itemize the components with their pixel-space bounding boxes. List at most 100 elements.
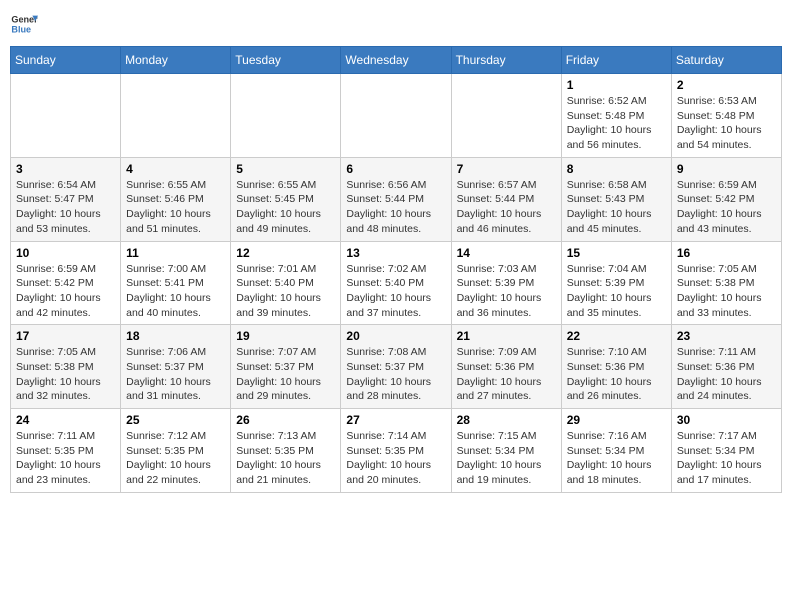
- calendar-cell: 12 Sunrise: 7:01 AM Sunset: 5:40 PM Dayli…: [231, 241, 341, 325]
- calendar-cell: [341, 74, 451, 158]
- calendar-cell: 4Sunrise: 6:55 AM Sunset: 5:46 PM Daylig…: [121, 157, 231, 241]
- day-info: Sunrise: 6:55 AM Sunset: 5:46 PM Dayligh…: [126, 178, 225, 237]
- day-info: Sunrise: 6:54 AM Sunset: 5:47 PM Dayligh…: [16, 178, 115, 237]
- calendar-week-row: 10 Sunrise: 6:59 AM Sunset: 5:42 PM Dayli…: [11, 241, 782, 325]
- day-number: 26: [236, 413, 335, 427]
- day-header-wednesday: Wednesday: [341, 47, 451, 74]
- day-header-sunday: Sunday: [11, 47, 121, 74]
- calendar-cell: 23 Sunrise: 7:11 AM Sunset: 5:36 PM Dayli…: [671, 325, 781, 409]
- day-number: 6: [346, 162, 445, 176]
- day-number: 30: [677, 413, 776, 427]
- calendar-cell: 16 Sunrise: 7:05 AM Sunset: 5:38 PM Dayli…: [671, 241, 781, 325]
- day-number: 23: [677, 329, 776, 343]
- calendar-cell: 2 Sunrise: 6:53 AM Sunset: 5:48 PM Daylig…: [671, 74, 781, 158]
- day-header-friday: Friday: [561, 47, 671, 74]
- calendar-cell: 30 Sunrise: 7:17 AM Sunset: 5:34 PM Dayli…: [671, 409, 781, 493]
- calendar-cell: 5 Sunrise: 6:55 AM Sunset: 5:45 PM Daylig…: [231, 157, 341, 241]
- calendar-cell: 22 Sunrise: 7:10 AM Sunset: 5:36 PM Dayli…: [561, 325, 671, 409]
- page-header: General Blue: [10, 10, 782, 38]
- logo-icon: General Blue: [10, 10, 38, 38]
- day-info: Sunrise: 7:14 AM Sunset: 5:35 PM Dayligh…: [346, 429, 445, 488]
- day-info: Sunrise: 7:02 AM Sunset: 5:40 PM Dayligh…: [346, 262, 445, 321]
- day-number: 2: [677, 78, 776, 92]
- day-info: Sunrise: 6:52 AM Sunset: 5:48 PM Dayligh…: [567, 94, 666, 153]
- day-info: Sunrise: 7:17 AM Sunset: 5:34 PM Dayligh…: [677, 429, 776, 488]
- day-number: 8: [567, 162, 666, 176]
- calendar-cell: 28 Sunrise: 7:15 AM Sunset: 5:34 PM Dayli…: [451, 409, 561, 493]
- svg-text:Blue: Blue: [11, 24, 31, 34]
- day-number: 27: [346, 413, 445, 427]
- day-number: 12: [236, 246, 335, 260]
- day-number: 24: [16, 413, 115, 427]
- day-info: Sunrise: 7:10 AM Sunset: 5:36 PM Dayligh…: [567, 345, 666, 404]
- day-number: 1: [567, 78, 666, 92]
- calendar-cell: 17 Sunrise: 7:05 AM Sunset: 5:38 PM Dayli…: [11, 325, 121, 409]
- day-header-thursday: Thursday: [451, 47, 561, 74]
- day-number: 3: [16, 162, 115, 176]
- calendar-cell: [121, 74, 231, 158]
- day-info: Sunrise: 6:59 AM Sunset: 5:42 PM Dayligh…: [16, 262, 115, 321]
- calendar-cell: 29 Sunrise: 7:16 AM Sunset: 5:34 PM Dayli…: [561, 409, 671, 493]
- calendar-week-row: 1 Sunrise: 6:52 AM Sunset: 5:48 PM Daylig…: [11, 74, 782, 158]
- day-number: 21: [457, 329, 556, 343]
- day-info: Sunrise: 7:05 AM Sunset: 5:38 PM Dayligh…: [677, 262, 776, 321]
- logo: General Blue: [10, 10, 38, 38]
- day-info: Sunrise: 7:15 AM Sunset: 5:34 PM Dayligh…: [457, 429, 556, 488]
- day-number: 7: [457, 162, 556, 176]
- calendar-cell: 25Sunrise: 7:12 AM Sunset: 5:35 PM Dayli…: [121, 409, 231, 493]
- calendar-cell: [231, 74, 341, 158]
- day-number: 19: [236, 329, 335, 343]
- day-header-monday: Monday: [121, 47, 231, 74]
- calendar-cell: [451, 74, 561, 158]
- calendar-cell: 10 Sunrise: 6:59 AM Sunset: 5:42 PM Dayli…: [11, 241, 121, 325]
- day-info: Sunrise: 6:55 AM Sunset: 5:45 PM Dayligh…: [236, 178, 335, 237]
- day-info: Sunrise: 6:57 AM Sunset: 5:44 PM Dayligh…: [457, 178, 556, 237]
- day-number: 9: [677, 162, 776, 176]
- day-number: 10: [16, 246, 115, 260]
- day-number: 22: [567, 329, 666, 343]
- day-info: Sunrise: 7:12 AM Sunset: 5:35 PM Dayligh…: [126, 429, 225, 488]
- day-info: Sunrise: 6:56 AM Sunset: 5:44 PM Dayligh…: [346, 178, 445, 237]
- calendar-cell: 24 Sunrise: 7:11 AM Sunset: 5:35 PM Dayli…: [11, 409, 121, 493]
- calendar-cell: 14 Sunrise: 7:03 AM Sunset: 5:39 PM Dayli…: [451, 241, 561, 325]
- calendar-cell: 7 Sunrise: 6:57 AM Sunset: 5:44 PM Daylig…: [451, 157, 561, 241]
- calendar-cell: 1 Sunrise: 6:52 AM Sunset: 5:48 PM Daylig…: [561, 74, 671, 158]
- day-number: 29: [567, 413, 666, 427]
- calendar-header-row: SundayMondayTuesdayWednesdayThursdayFrid…: [11, 47, 782, 74]
- calendar-week-row: 24 Sunrise: 7:11 AM Sunset: 5:35 PM Dayli…: [11, 409, 782, 493]
- day-number: 16: [677, 246, 776, 260]
- day-info: Sunrise: 7:07 AM Sunset: 5:37 PM Dayligh…: [236, 345, 335, 404]
- day-header-saturday: Saturday: [671, 47, 781, 74]
- day-info: Sunrise: 7:00 AM Sunset: 5:41 PM Dayligh…: [126, 262, 225, 321]
- day-info: Sunrise: 7:05 AM Sunset: 5:38 PM Dayligh…: [16, 345, 115, 404]
- calendar-week-row: 17 Sunrise: 7:05 AM Sunset: 5:38 PM Dayli…: [11, 325, 782, 409]
- day-number: 5: [236, 162, 335, 176]
- calendar-cell: 6 Sunrise: 6:56 AM Sunset: 5:44 PM Daylig…: [341, 157, 451, 241]
- day-info: Sunrise: 7:16 AM Sunset: 5:34 PM Dayligh…: [567, 429, 666, 488]
- day-info: Sunrise: 7:01 AM Sunset: 5:40 PM Dayligh…: [236, 262, 335, 321]
- day-number: 14: [457, 246, 556, 260]
- day-number: 28: [457, 413, 556, 427]
- day-info: Sunrise: 7:03 AM Sunset: 5:39 PM Dayligh…: [457, 262, 556, 321]
- day-number: 11: [126, 246, 225, 260]
- day-info: Sunrise: 7:08 AM Sunset: 5:37 PM Dayligh…: [346, 345, 445, 404]
- day-info: Sunrise: 7:11 AM Sunset: 5:36 PM Dayligh…: [677, 345, 776, 404]
- day-number: 17: [16, 329, 115, 343]
- day-number: 18: [126, 329, 225, 343]
- calendar-cell: 8 Sunrise: 6:58 AM Sunset: 5:43 PM Daylig…: [561, 157, 671, 241]
- calendar-cell: 21 Sunrise: 7:09 AM Sunset: 5:36 PM Dayli…: [451, 325, 561, 409]
- calendar-cell: 26Sunrise: 7:13 AM Sunset: 5:35 PM Dayli…: [231, 409, 341, 493]
- day-info: Sunrise: 6:53 AM Sunset: 5:48 PM Dayligh…: [677, 94, 776, 153]
- day-number: 20: [346, 329, 445, 343]
- day-info: Sunrise: 7:09 AM Sunset: 5:36 PM Dayligh…: [457, 345, 556, 404]
- calendar-cell: 13Sunrise: 7:02 AM Sunset: 5:40 PM Dayli…: [341, 241, 451, 325]
- calendar-week-row: 3 Sunrise: 6:54 AM Sunset: 5:47 PM Daylig…: [11, 157, 782, 241]
- day-info: Sunrise: 7:11 AM Sunset: 5:35 PM Dayligh…: [16, 429, 115, 488]
- day-info: Sunrise: 6:58 AM Sunset: 5:43 PM Dayligh…: [567, 178, 666, 237]
- calendar-cell: 11 Sunrise: 7:00 AM Sunset: 5:41 PM Dayli…: [121, 241, 231, 325]
- calendar-cell: [11, 74, 121, 158]
- calendar-cell: 19 Sunrise: 7:07 AM Sunset: 5:37 PM Dayli…: [231, 325, 341, 409]
- day-info: Sunrise: 7:06 AM Sunset: 5:37 PM Dayligh…: [126, 345, 225, 404]
- calendar-cell: 15Sunrise: 7:04 AM Sunset: 5:39 PM Dayli…: [561, 241, 671, 325]
- calendar-cell: 9Sunrise: 6:59 AM Sunset: 5:42 PM Daylig…: [671, 157, 781, 241]
